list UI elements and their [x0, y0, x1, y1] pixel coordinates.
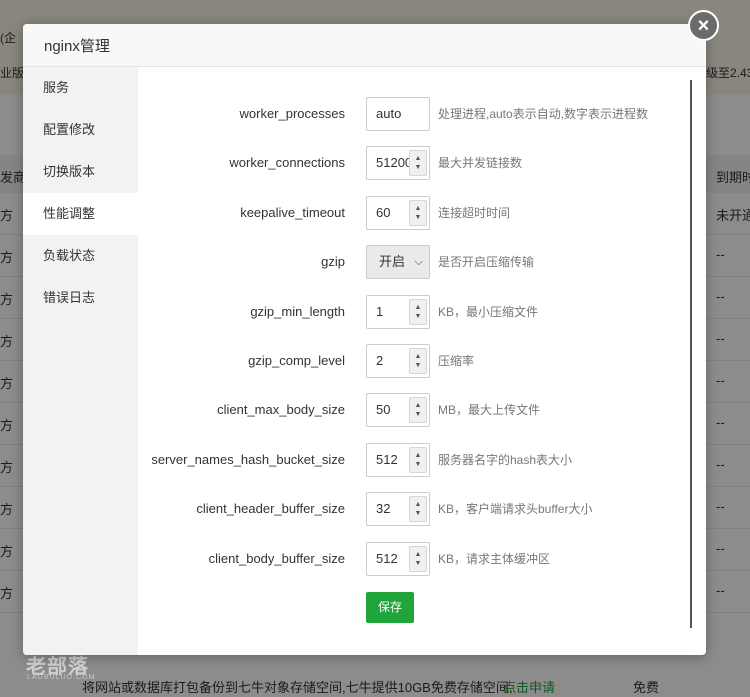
dialog-sidebar: 服务 配置修改 切换版本 性能调整 负载状态 错误日志	[23, 67, 138, 655]
form-row-gzip: gzip 开启 ⌵ 是否开启压缩传输	[138, 245, 698, 280]
field-description: KB，请求主体缓冲区	[438, 551, 551, 566]
sidebar-item-load-status[interactable]: 负载状态	[23, 235, 138, 277]
field-label: gzip_min_length	[250, 303, 345, 319]
input-value: 512	[376, 550, 398, 566]
field-label: client_max_body_size	[217, 402, 345, 418]
field-label: gzip_comp_level	[248, 353, 345, 368]
field-description: 连接超时时间	[438, 205, 511, 220]
sidebar-item-label: 服务	[43, 80, 70, 95]
stepper-icon[interactable]: ▲ ▼	[409, 446, 427, 473]
form-row-client-header-buffer-size: client_header_buffer_size 32 ▲ ▼ KB，客户端请求头bu…	[138, 492, 698, 527]
field-label: client_header_buffer_size	[196, 501, 345, 517]
client-body-buffer-size-input[interactable]: 512 ▲ ▼	[366, 541, 430, 576]
stepper-icon[interactable]: ▲ ▼	[409, 397, 427, 424]
field-label: gzip	[321, 254, 345, 270]
input-value: 60	[376, 204, 391, 220]
gzip-comp-level-input[interactable]: 2 ▲ ▼	[366, 344, 430, 378]
field-description: 最大并发链接数	[438, 156, 523, 171]
input-value: 51200	[376, 155, 413, 171]
form-row-worker-connections: worker_connections 51200 ▲ ▼ 最大并发链接数	[138, 146, 698, 181]
gzip-min-length-input[interactable]: 1 ▲ ▼	[366, 294, 430, 329]
performance-settings-panel: worker_processes auto 处理进程,auto表示自动,数字表示进程…	[138, 67, 706, 655]
input-value: auto	[376, 106, 402, 121]
stepper-icon[interactable]: ▲ ▼	[409, 348, 427, 374]
input-value: 32	[376, 501, 391, 517]
watermark-url: LAOBULUO.COM	[27, 674, 96, 681]
dialog-header: nginx管理	[23, 24, 706, 67]
sidebar-item-label: 负载状态	[43, 248, 96, 263]
sidebar-item-error-log[interactable]: 错误日志	[23, 277, 138, 319]
form-row-keepalive-timeout: keepalive_timeout 60 ▲ ▼ 连接超时时间	[138, 195, 698, 230]
field-description: 处理进程,auto表示自动,数字表示进程数	[438, 107, 649, 121]
field-description: KB，最小压缩文件	[438, 304, 539, 319]
stepper-down-icon[interactable]: ▼	[415, 361, 422, 370]
sidebar-item-label: 切换版本	[43, 164, 96, 179]
stepper-up-icon[interactable]: ▲	[415, 401, 422, 410]
field-label: server_names_hash_bucket_size	[151, 451, 345, 467]
content-scrollbar[interactable]	[690, 80, 692, 628]
keepalive-timeout-input[interactable]: 60 ▲ ▼	[366, 195, 430, 230]
stepper-icon[interactable]: ▲ ▼	[409, 496, 427, 523]
worker-processes-input[interactable]: auto	[366, 97, 430, 131]
stepper-icon[interactable]: ▲ ▼	[409, 199, 427, 226]
client-header-buffer-size-input[interactable]: 32 ▲ ▼	[366, 492, 430, 527]
field-description: 压缩率	[438, 354, 475, 368]
stepper-down-icon[interactable]: ▼	[415, 213, 422, 222]
stepper-down-icon[interactable]: ▼	[415, 559, 422, 568]
sidebar-item-label: 性能调整	[43, 206, 96, 221]
field-description: 是否开启压缩传输	[438, 255, 535, 270]
stepper-up-icon[interactable]: ▲	[415, 204, 422, 213]
sidebar-item-label: 错误日志	[43, 290, 96, 305]
field-description: MB，最大上传文件	[438, 403, 541, 418]
stepper-up-icon[interactable]: ▲	[415, 352, 422, 361]
stepper-up-icon[interactable]: ▲	[415, 451, 422, 460]
stepper-down-icon[interactable]: ▼	[415, 163, 422, 172]
form-row-gzip-min-length: gzip_min_length 1 ▲ ▼ KB，最小压缩文件	[138, 294, 698, 329]
input-value: 1	[376, 303, 384, 319]
stepper-icon[interactable]: ▲ ▼	[409, 150, 427, 177]
field-description: KB，客户端请求头buffer大小	[438, 502, 593, 517]
form-row-gzip-comp-level: gzip_comp_level 2 ▲ ▼ 压缩率	[138, 344, 698, 378]
field-label: worker_connections	[229, 155, 345, 171]
input-value: 50	[376, 402, 391, 418]
stepper-down-icon[interactable]: ▼	[415, 509, 422, 518]
worker-connections-input[interactable]: 51200 ▲ ▼	[366, 146, 430, 181]
form-row-worker-processes: worker_processes auto 处理进程,auto表示自动,数字表示进程…	[138, 97, 698, 131]
chevron-down-icon: ⌵	[414, 256, 423, 269]
sidebar-item-performance[interactable]: 性能调整	[23, 193, 138, 235]
client-max-body-size-input[interactable]: 50 ▲ ▼	[366, 393, 430, 428]
sidebar-item-config[interactable]: 配置修改	[23, 109, 138, 151]
field-label: worker_processes	[239, 106, 346, 121]
select-value: 开启	[379, 254, 406, 270]
gzip-select[interactable]: 开启 ⌵	[366, 245, 430, 280]
save-button[interactable]: 保存	[366, 592, 414, 623]
dialog-title: nginx管理	[44, 37, 110, 55]
close-icon[interactable]: ×	[688, 10, 719, 41]
stepper-up-icon[interactable]: ▲	[415, 154, 422, 163]
input-value: 2	[376, 353, 384, 368]
server-names-hash-bucket-size-input[interactable]: 512 ▲ ▼	[366, 442, 430, 477]
stepper-icon[interactable]: ▲ ▼	[409, 545, 427, 572]
field-description: 服务器名字的hash表大小	[438, 452, 573, 467]
input-value: 512	[376, 451, 398, 467]
field-label: keepalive_timeout	[240, 204, 345, 220]
stepper-up-icon[interactable]: ▲	[415, 303, 422, 312]
form-row-client-body-buffer-size: client_body_buffer_size 512 ▲ ▼ KB，请求主体缓冲区	[138, 541, 698, 576]
field-label: client_body_buffer_size	[208, 550, 345, 566]
stepper-down-icon[interactable]: ▼	[415, 460, 422, 469]
stepper-up-icon[interactable]: ▲	[415, 500, 422, 509]
form-row-server-names-hash-bucket-size: server_names_hash_bucket_size 512 ▲ ▼ 服务器名字的…	[138, 442, 698, 477]
stepper-icon[interactable]: ▲ ▼	[409, 298, 427, 325]
sidebar-item-service[interactable]: 服务	[23, 67, 138, 109]
stepper-down-icon[interactable]: ▼	[415, 312, 422, 321]
nginx-manager-dialog: nginx管理 服务 配置修改 切换版本 性能调整 负载状态 错误日志 work…	[23, 24, 706, 655]
stepper-up-icon[interactable]: ▲	[415, 550, 422, 559]
form-row-client-max-body-size: client_max_body_size 50 ▲ ▼ MB，最大上传文件	[138, 393, 698, 428]
stepper-down-icon[interactable]: ▼	[415, 410, 422, 419]
sidebar-item-switch-version[interactable]: 切换版本	[23, 151, 138, 193]
sidebar-item-label: 配置修改	[43, 122, 96, 137]
